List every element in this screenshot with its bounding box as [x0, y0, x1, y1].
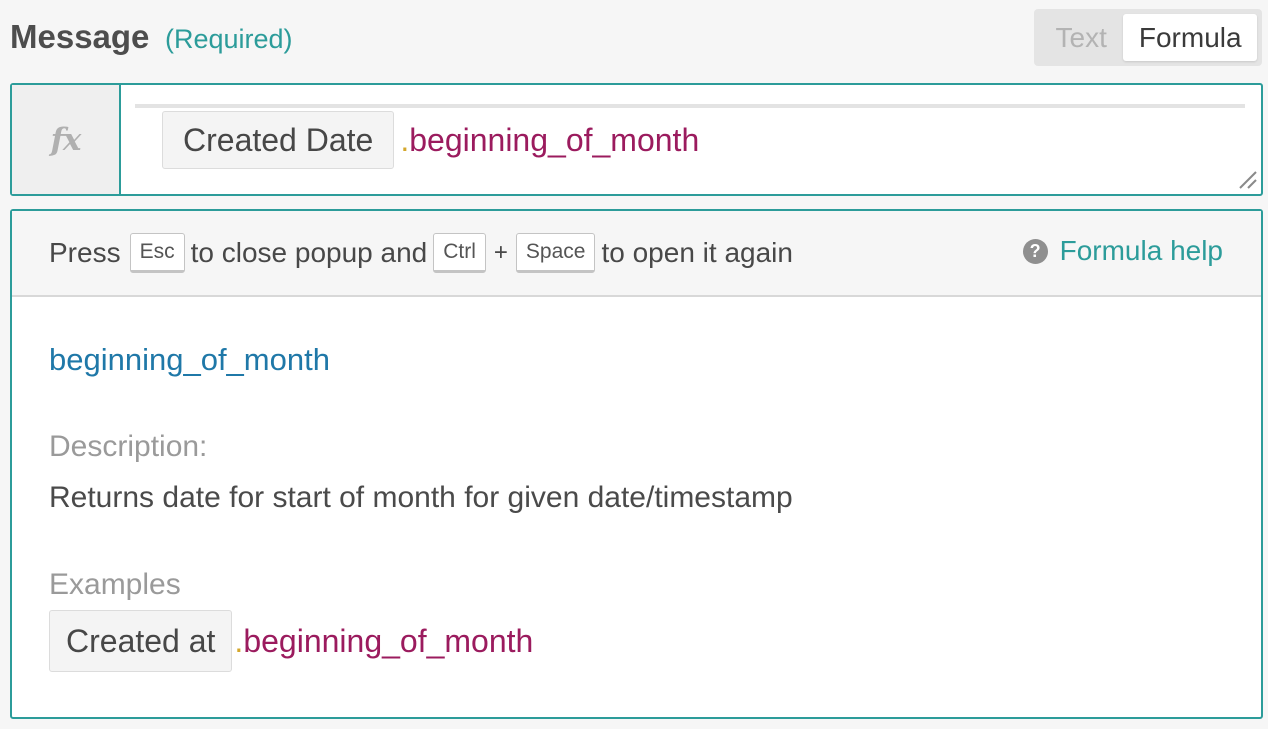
- ctrl-key: Ctrl: [433, 233, 486, 273]
- formula-expression: Created Date . beginning_of_month: [162, 111, 699, 169]
- resize-handle-icon[interactable]: [1237, 169, 1257, 189]
- fx-icon: fx: [50, 121, 82, 158]
- popup-header: Press Esc to close popup and Ctrl + Spac…: [12, 211, 1261, 297]
- method-dot: .: [400, 121, 410, 158]
- formula-input[interactable]: fx Created Date . beginning_of_month: [10, 83, 1263, 196]
- example-expression: Created at . beginning_of_month: [49, 610, 533, 672]
- formula-help-label: Formula help: [1059, 235, 1223, 266]
- editor-divider: [135, 104, 1245, 108]
- mode-toggle: Text Formula: [1034, 9, 1262, 66]
- formula-field: Message (Required) Text Formula fx Creat…: [0, 0, 1268, 729]
- example-dot: .: [234, 622, 244, 659]
- hint-open-text: to open it again: [601, 237, 793, 268]
- example-method: beginning_of_month: [243, 622, 534, 659]
- hint-press: Press: [49, 237, 121, 268]
- method-name: beginning_of_month: [409, 121, 700, 158]
- space-key: Space: [515, 233, 596, 273]
- formula-mode-button[interactable]: Formula: [1123, 14, 1257, 61]
- field-label: Message: [10, 18, 150, 55]
- fx-gutter: fx: [12, 85, 121, 194]
- hint-close-text: to close popup and: [190, 237, 428, 268]
- description-label: Description:: [49, 430, 208, 463]
- hint-plus: +: [493, 239, 508, 266]
- formula-popup: Press Esc to close popup and Ctrl + Spac…: [10, 209, 1263, 719]
- function-name: beginning_of_month: [49, 342, 330, 377]
- formula-editor[interactable]: Created Date . beginning_of_month: [123, 85, 1261, 194]
- question-circle-icon: ?: [1022, 238, 1048, 264]
- examples-label: Examples: [49, 568, 181, 601]
- text-mode-button[interactable]: Text: [1039, 14, 1123, 61]
- formula-help-link[interactable]: ? Formula help: [1022, 235, 1223, 267]
- example-datapill: Created at: [49, 610, 233, 672]
- datapill-token[interactable]: Created Date: [162, 111, 395, 169]
- keyboard-hint: Press Esc to close popup and Ctrl + Spac…: [49, 233, 793, 273]
- esc-key: Esc: [129, 233, 185, 273]
- required-indicator: (Required): [165, 24, 293, 54]
- description-text: Returns date for start of month for give…: [49, 481, 793, 514]
